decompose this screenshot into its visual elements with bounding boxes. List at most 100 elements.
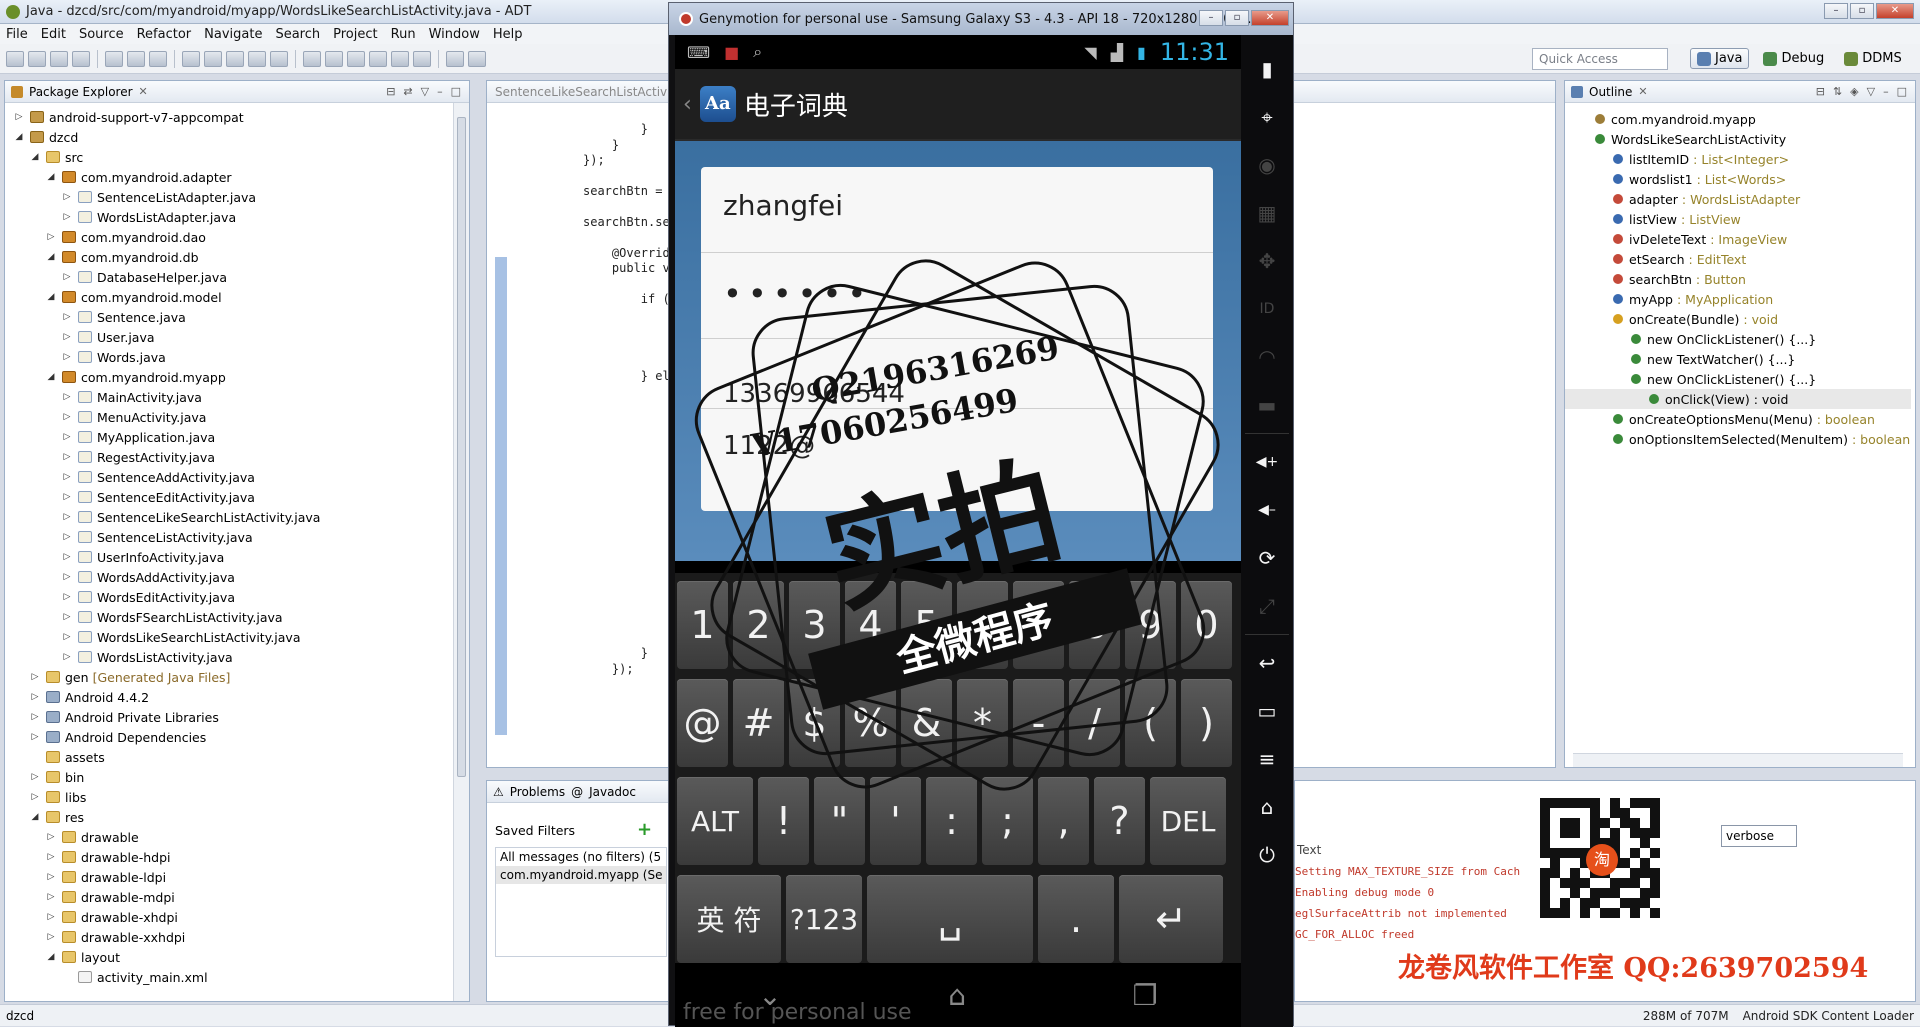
perspective-java[interactable]: Java: [1690, 48, 1750, 69]
key[interactable]: @: [677, 679, 728, 767]
camera-icon[interactable]: ◉: [1249, 141, 1285, 189]
tree-item[interactable]: ◢ layout: [5, 947, 451, 967]
tab-problems[interactable]: Problems: [510, 785, 565, 799]
package-tree-scrollbar[interactable]: [453, 103, 469, 1001]
menu-run[interactable]: Run: [391, 27, 416, 42]
filter-item[interactable]: All messages (no filters) (5: [496, 848, 666, 866]
tree-item[interactable]: ◢ com.myandroid.myapp: [5, 367, 451, 387]
home-icon[interactable]: ⌂: [948, 979, 966, 1012]
expand-arrow-icon[interactable]: ▷: [61, 412, 73, 422]
key[interactable]: &: [901, 679, 952, 767]
close-view-icon[interactable]: ✕: [139, 85, 148, 98]
username-field[interactable]: zhangfei: [701, 167, 1213, 253]
email-field[interactable]: 1122@: [701, 409, 1213, 495]
tree-item[interactable]: ▷ MenuActivity.java: [5, 407, 451, 427]
tree-item[interactable]: ▷ SentenceEditActivity.java: [5, 487, 451, 507]
outline-item[interactable]: onCreateOptionsMenu(Menu): boolean: [1565, 409, 1911, 429]
rss-icon[interactable]: ◠: [1249, 333, 1285, 381]
tree-item[interactable]: ▷ Android 4.4.2: [5, 687, 451, 707]
expand-arrow-icon[interactable]: ▷: [61, 512, 73, 522]
quick-access-input[interactable]: Quick Access: [1532, 48, 1668, 70]
tree-item[interactable]: ▷ drawable-xhdpi: [5, 907, 451, 927]
battery-icon[interactable]: ▮: [1249, 45, 1285, 93]
outline-item[interactable]: listItemID: List<Integer>: [1565, 149, 1911, 169]
step-icon[interactable]: [325, 50, 343, 67]
key[interactable]: ): [1181, 679, 1232, 767]
back-icon[interactable]: ↩: [1249, 639, 1285, 687]
new-android-project-icon[interactable]: [182, 50, 200, 67]
key[interactable]: 6: [957, 581, 1008, 669]
tree-item[interactable]: ▷ WordsListActivity.java: [5, 647, 451, 667]
expand-arrow-icon[interactable]: ▷: [61, 332, 73, 342]
key[interactable]: 5: [901, 581, 952, 669]
tree-item[interactable]: ▷ bin: [5, 767, 451, 787]
expand-arrow-icon[interactable]: ▷: [61, 392, 73, 402]
avd-manager-icon[interactable]: [127, 50, 145, 67]
collapse-arrow-icon[interactable]: ◢: [29, 152, 41, 162]
tree-item[interactable]: activity_main.xml: [5, 967, 451, 987]
key[interactable]: ,: [1038, 777, 1089, 865]
collapse-all-icon[interactable]: ⊟: [1816, 85, 1825, 98]
outline-item[interactable]: wordslist1: List<Words>: [1565, 169, 1911, 189]
home-icon[interactable]: ⌂: [1249, 783, 1285, 831]
menu-icon[interactable]: ≡: [1249, 735, 1285, 783]
debug-icon[interactable]: [446, 50, 464, 67]
phone-field[interactable]: 13369966544: [701, 339, 1213, 409]
rotate-icon[interactable]: ⟳: [1249, 534, 1285, 582]
scrollbar-thumb[interactable]: [457, 117, 466, 777]
video-icon[interactable]: ▦: [1249, 189, 1285, 237]
tab-javadoc[interactable]: Javadoc: [589, 785, 636, 799]
close-button[interactable]: ✕: [1251, 10, 1289, 26]
package-explorer-tab[interactable]: Package Explorer ✕ ⊟ ⇄ ▽ – □: [5, 81, 469, 103]
tree-item[interactable]: ▷ drawable-ldpi: [5, 867, 451, 887]
minimize-view-icon[interactable]: –: [437, 85, 443, 98]
outline-item[interactable]: onCreate(Bundle): void: [1565, 309, 1911, 329]
tree-item[interactable]: ▷ drawable-xxhdpi: [5, 927, 451, 947]
new-xml-icon[interactable]: [204, 50, 222, 67]
expand-arrow-icon[interactable]: ▷: [29, 672, 41, 682]
menu-window[interactable]: Window: [429, 27, 480, 42]
hide-fields-icon[interactable]: ◈: [1850, 85, 1858, 98]
expand-arrow-icon[interactable]: ▷: [61, 452, 73, 462]
save-all-icon[interactable]: [50, 50, 68, 67]
expand-arrow-icon[interactable]: ▷: [45, 932, 57, 942]
sort-icon[interactable]: ⇅: [1833, 85, 1842, 98]
android-screen[interactable]: ⌨ ■ ⌕ ◥ ▟ ▮ 11:31 ‹ Aa 电子词典 zhangfei •••…: [675, 35, 1241, 1027]
menu-navigate[interactable]: Navigate: [204, 27, 262, 42]
outline-item[interactable]: ivDeleteText: ImageView: [1565, 229, 1911, 249]
tree-item[interactable]: ▷ gen [Generated Java Files]: [5, 667, 451, 687]
key[interactable]: 4: [845, 581, 896, 669]
outline-item[interactable]: searchBtn: Button: [1565, 269, 1911, 289]
tree-item[interactable]: ▷ com.myandroid.dao: [5, 227, 451, 247]
tree-item[interactable]: ◢ com.myandroid.model: [5, 287, 451, 307]
tree-item[interactable]: ▷ Words.java: [5, 347, 451, 367]
tree-item[interactable]: ◢ src: [5, 147, 451, 167]
id-icon[interactable]: ID: [1249, 285, 1285, 333]
tree-item[interactable]: ▷ libs: [5, 787, 451, 807]
expand-arrow-icon[interactable]: ▷: [61, 632, 73, 642]
volume-up-icon[interactable]: ◀+: [1249, 438, 1285, 486]
close-view-icon[interactable]: ✕: [1638, 85, 1647, 98]
collapse-arrow-icon[interactable]: ◢: [45, 952, 57, 962]
sms-icon[interactable]: ▬: [1249, 381, 1285, 429]
outline-hscrollbar[interactable]: [1573, 753, 1903, 767]
outline-item[interactable]: new TextWatcher() {...}: [1565, 349, 1911, 369]
expand-arrow-icon[interactable]: ▷: [45, 852, 57, 862]
expand-arrow-icon[interactable]: ▷: [29, 772, 41, 782]
outline-item[interactable]: WordsLikeSearchListActivity: [1565, 129, 1911, 149]
dictionary-app-logo[interactable]: Aa: [699, 86, 736, 122]
expand-arrow-icon[interactable]: ▷: [45, 872, 57, 882]
expand-arrow-icon[interactable]: ▷: [61, 652, 73, 662]
tree-item[interactable]: ▷ SentenceListAdapter.java: [5, 187, 451, 207]
tree-item[interactable]: ◢ dzcd: [5, 127, 451, 147]
outline-item[interactable]: adapter: WordsListAdapter: [1565, 189, 1911, 209]
expand-arrow-icon[interactable]: ▷: [61, 492, 73, 502]
expand-arrow-icon[interactable]: ▷: [29, 792, 41, 802]
key[interactable]: ␣: [867, 875, 1033, 963]
tree-item[interactable]: ◢ com.myandroid.adapter: [5, 167, 451, 187]
move-icon[interactable]: ✥: [1249, 237, 1285, 285]
suspend-icon[interactable]: [369, 50, 387, 67]
run-icon[interactable]: [468, 50, 486, 67]
tree-item[interactable]: assets: [5, 747, 451, 767]
expand-arrow-icon[interactable]: ▷: [61, 612, 73, 622]
